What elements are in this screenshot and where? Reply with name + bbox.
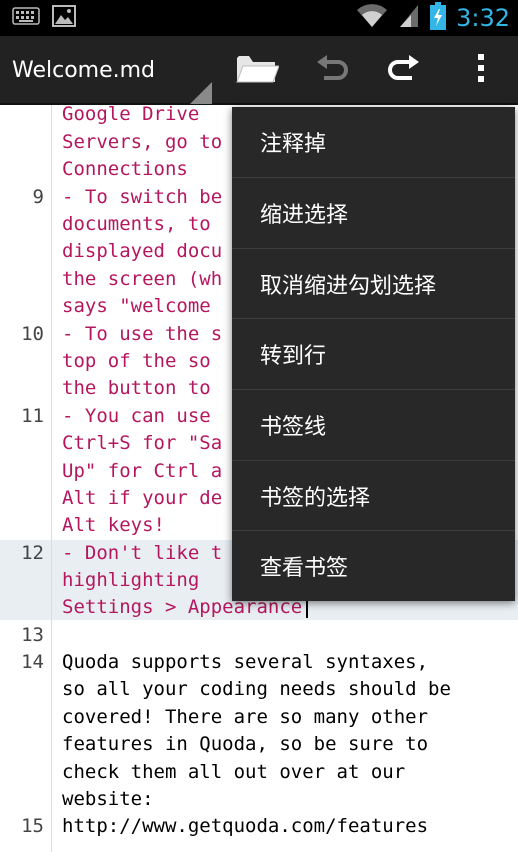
folder-icon	[235, 52, 280, 89]
line-text: Alt keys!	[62, 514, 165, 536]
editor-line: covered! There are so many other	[0, 704, 518, 731]
editor-line: 15 http://www.getquoda.com/features	[0, 813, 518, 840]
overflow-menu-icon	[476, 52, 486, 89]
clock: 3:32	[456, 4, 510, 32]
undo-button[interactable]	[300, 36, 362, 105]
menu-item-bookmark-selection[interactable]: 书签的选择	[232, 461, 515, 531]
line-text: says "welcome	[62, 295, 211, 317]
overflow-menu: 注释掉 缩进选择 取消缩进勾划选择 转到行 书签线 书签的选择 查看书签	[232, 107, 515, 601]
line-text: documents, to	[62, 213, 211, 235]
status-bar: 3:32	[0, 0, 518, 36]
line-number: 13	[21, 624, 44, 646]
editor-line: features in Quoda, so be sure to	[0, 731, 518, 758]
menu-item-indent-selection[interactable]: 缩进选择	[232, 178, 515, 248]
redo-icon	[388, 53, 422, 88]
line-text: - You can use	[62, 405, 211, 427]
line-text: Connections	[62, 158, 188, 180]
editor-line: website:	[0, 786, 518, 813]
line-text: covered! There are so many other	[62, 706, 429, 728]
line-text: the button to	[62, 377, 211, 399]
battery-charging-icon	[430, 1, 447, 35]
line-number: 10	[21, 323, 44, 345]
overflow-menu-button[interactable]	[456, 36, 506, 105]
menu-item-go-to-line[interactable]: 转到行	[232, 319, 515, 389]
line-number: 11	[21, 405, 44, 427]
document-title-spinner[interactable]: Welcome.md	[12, 36, 155, 105]
line-text: Up" for Ctrl a	[62, 460, 223, 482]
action-bar: Welcome.md	[0, 36, 518, 105]
line-number: 12	[21, 542, 44, 564]
line-text: top of the so	[62, 350, 211, 372]
editor-line: 14 Quoda supports several syntaxes,	[0, 649, 518, 676]
editor-line: check them all out over at our	[0, 759, 518, 786]
line-text: the screen (wh	[62, 268, 223, 290]
redo-button[interactable]	[374, 36, 436, 105]
undo-icon	[314, 53, 348, 88]
line-number: 14	[21, 651, 44, 673]
menu-item-view-bookmarks[interactable]: 查看书签	[232, 531, 515, 601]
line-text: highlighting	[62, 569, 200, 591]
line-text: Ctrl+S for "Sa	[62, 432, 223, 454]
line-text: so all your coding needs should be	[62, 678, 451, 700]
line-text: features in Quoda, so be sure to	[62, 733, 429, 755]
line-text: check them all out over at our	[62, 761, 406, 783]
line-text: http://www.getquoda.com/features	[62, 815, 429, 837]
app-root: 3:32 Welcome.md Google Drive Servers, go…	[0, 0, 518, 852]
line-text: Quoda supports several syntaxes,	[62, 651, 429, 673]
image-icon	[52, 4, 76, 32]
line-text: displayed docu	[62, 240, 223, 262]
line-text: - To switch be	[62, 186, 223, 208]
wifi-icon	[356, 3, 388, 34]
line-text: - Don't like t	[62, 542, 223, 564]
editor-line: 13	[0, 622, 518, 649]
menu-item-bookmark-line[interactable]: 书签线	[232, 390, 515, 460]
menu-item-unindent-selection[interactable]: 取消缩进勾划选择	[232, 249, 515, 319]
line-text: Google Drive	[62, 105, 200, 125]
keyboard-icon	[12, 6, 40, 30]
line-text: - To use the s	[62, 323, 223, 345]
text-cursor	[306, 598, 308, 618]
editor-line: so all your coding needs should be	[0, 676, 518, 703]
line-number: 9	[32, 186, 44, 208]
line-number: 15	[21, 815, 44, 837]
spinner-corner-icon	[190, 82, 212, 104]
signal-icon	[398, 3, 420, 34]
menu-item-comment-out[interactable]: 注释掉	[232, 107, 515, 177]
line-text: Alt if your de	[62, 487, 223, 509]
line-text: Servers, go to	[62, 131, 223, 153]
line-text: website:	[62, 788, 154, 810]
open-folder-button[interactable]	[226, 36, 288, 105]
